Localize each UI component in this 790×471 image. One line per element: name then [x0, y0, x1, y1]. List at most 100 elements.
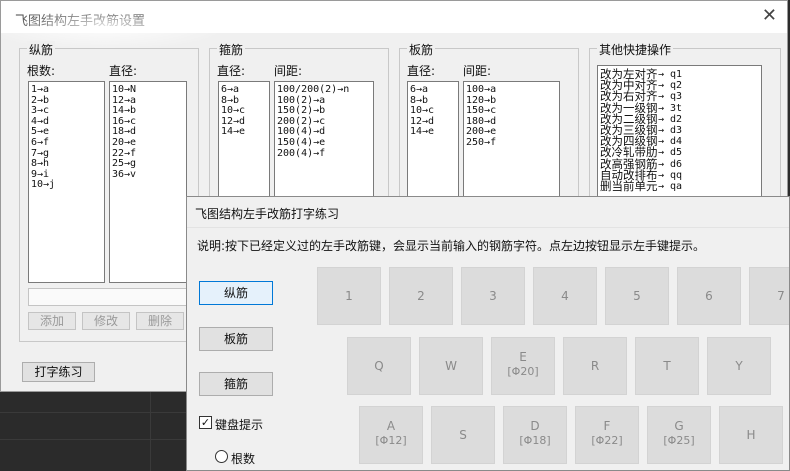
list-item[interactable]: 100/200(2)→n — [277, 84, 371, 96]
stirrup-spacing-label: 间距: — [274, 64, 303, 78]
title-bar: 飞图结构左手改筋设置 ✕ — [1, 1, 787, 33]
key-t[interactable]: T — [635, 337, 699, 395]
key-hint: [Φ20] — [507, 365, 539, 378]
key-hint: [Φ22] — [591, 434, 623, 447]
key-1[interactable]: 1 — [317, 267, 381, 325]
key-hint: [Φ12] — [375, 434, 407, 447]
slab-diameter-label: 直径: — [407, 64, 436, 78]
shortcut-key: → qa — [658, 180, 683, 192]
stirrup-spacing-list[interactable]: 100/200(2)→n 100(2)→a 150(2)→b 200(2)→c 100(… — [274, 81, 374, 198]
count-radio[interactable] — [215, 450, 228, 463]
key-label: G — [674, 419, 684, 433]
list-item[interactable]: 1→a — [31, 84, 102, 96]
key-label: 2 — [417, 289, 425, 303]
list-item[interactable]: 10→j — [31, 180, 102, 191]
key-label: 5 — [633, 289, 641, 303]
shortcut-key: → d2 — [658, 113, 683, 125]
key-5[interactable]: 5 — [605, 267, 669, 325]
key-label: 1 — [345, 289, 353, 303]
key-d[interactable]: D [Φ18] — [503, 406, 567, 464]
key-w[interactable]: W — [419, 337, 483, 395]
keyboard-hint-checkbox[interactable]: ✓ — [199, 416, 212, 429]
entry-field[interactable] — [28, 288, 188, 306]
key-3[interactable]: 3 — [461, 267, 525, 325]
shortcut-key: → d4 — [658, 136, 683, 148]
list-item[interactable]: 6→a — [410, 84, 456, 96]
key-label: R — [590, 359, 600, 373]
shortcut-key: → d5 — [658, 147, 683, 159]
shortcut-key: → d6 — [658, 158, 683, 170]
longitudinal-hint-button[interactable]: 纵筋 — [199, 281, 273, 305]
typing-practice-button[interactable]: 打字练习 — [22, 362, 95, 382]
key-h[interactable]: H — [719, 406, 783, 464]
key-s[interactable]: S — [431, 406, 495, 464]
stirrup-hint-button[interactable]: 箍筋 — [199, 372, 273, 396]
key-y[interactable]: Y — [707, 337, 771, 395]
key-hint: [Φ25] — [663, 434, 695, 447]
list-item[interactable]: 10→N — [112, 84, 184, 96]
key-label: Y — [735, 359, 743, 373]
key-label: A — [386, 419, 396, 433]
shortcut-key: → q2 — [658, 80, 683, 92]
key-4[interactable]: 4 — [533, 267, 597, 325]
key-g[interactable]: G [Φ25] — [647, 406, 711, 464]
key-label: 3 — [489, 289, 497, 303]
list-item[interactable]: 100→a — [466, 84, 557, 96]
list-item[interactable]: 6→f — [31, 137, 102, 149]
delete-button[interactable]: 删除 — [136, 312, 184, 330]
list-item[interactable]: 150(4)→e — [277, 137, 371, 149]
key-a[interactable]: A [Φ12] — [359, 406, 423, 464]
stirrup-group-label: 箍筋 — [217, 41, 246, 58]
stirrup-diameter-list[interactable]: 6→a 8→b 10→c 12→d 14→e — [218, 81, 270, 198]
instructions-text: 说明:按下已经定义过的左手改筋键，会显示当前输入的钢筋字符。点左边按钮显示左手键… — [197, 239, 706, 253]
slab-spacing-list[interactable]: 100→a 120→b 150→c 180→d 200→e 250→f — [463, 81, 560, 198]
list-item[interactable]: 14→e — [221, 127, 267, 138]
shortcuts-group-label: 其他快捷操作 — [597, 41, 674, 58]
keyboard-hint-label: 键盘提示 — [215, 418, 264, 432]
modify-button[interactable]: 修改 — [82, 312, 130, 330]
stirrup-diameter-label: 直径: — [217, 64, 246, 78]
longitudinal-count-list[interactable]: 1→a 2→b 3→c 4→d 5→e 6→f 7→g 8→h 9→i 10→j — [28, 81, 105, 283]
slab-group-label: 板筋 — [407, 41, 436, 58]
list-item[interactable]: 200(4)→f — [277, 148, 371, 160]
key-label: W — [445, 359, 457, 373]
key-label: H — [746, 428, 756, 442]
shortcuts-list[interactable]: 改为左对齐 → q1 改为中对齐 → q2 改为右对齐 → q3 改为一级钢 → 3t 改为二级… — [597, 65, 762, 198]
list-item[interactable]: 6→a — [221, 84, 267, 96]
title-separator — [187, 227, 789, 228]
key-q[interactable]: Q — [347, 337, 411, 395]
key-7[interactable]: 7 — [749, 267, 789, 325]
key-6[interactable]: 6 — [677, 267, 741, 325]
shortcut-action: 删当前单元 — [600, 178, 658, 193]
list-item[interactable]: 250→f — [466, 137, 557, 149]
shortcut-item[interactable]: 删当前单元 → qa — [600, 178, 759, 193]
typing-practice-dialog: 飞图结构左手改筋打字练习 说明:按下已经定义过的左手改筋键，会显示当前输入的钢筋… — [186, 196, 790, 471]
key-label: 6 — [705, 289, 713, 303]
key-e[interactable]: E [Φ20] — [491, 337, 555, 395]
count-radio-label: 根数 — [231, 452, 256, 466]
slab-spacing-label: 间距: — [463, 64, 492, 78]
slab-hint-button[interactable]: 板筋 — [199, 327, 273, 351]
add-button[interactable]: 添加 — [28, 312, 76, 330]
background-grid-line — [0, 412, 186, 413]
longitudinal-diameter-list[interactable]: 10→N 12→a 14→b 16→c 18→d 20→e 22→f 25→g 36→v — [109, 81, 187, 283]
close-icon[interactable]: ✕ — [762, 5, 777, 26]
shortcut-key: → q1 — [658, 69, 683, 80]
background-grid-line — [150, 392, 151, 471]
diameter-label: 直径: — [109, 64, 138, 78]
key-label: 4 — [561, 289, 569, 303]
list-item[interactable]: 14→e — [410, 127, 456, 138]
key-r[interactable]: R — [563, 337, 627, 395]
key-hint: [Φ18] — [519, 434, 551, 447]
list-item[interactable]: 36→v — [112, 169, 184, 181]
key-f[interactable]: F [Φ22] — [575, 406, 639, 464]
background-grid-line — [0, 439, 186, 440]
key-label: F — [603, 419, 611, 433]
longitudinal-group-label: 纵筋 — [27, 41, 56, 58]
key-label: Q — [374, 359, 384, 373]
key-2[interactable]: 2 — [389, 267, 453, 325]
slab-diameter-list[interactable]: 6→a 8→b 10→c 12→d 14→e — [407, 81, 459, 198]
list-item[interactable]: 20→e — [112, 137, 184, 149]
shortcut-key: → d3 — [658, 124, 683, 136]
key-label: S — [459, 428, 467, 442]
